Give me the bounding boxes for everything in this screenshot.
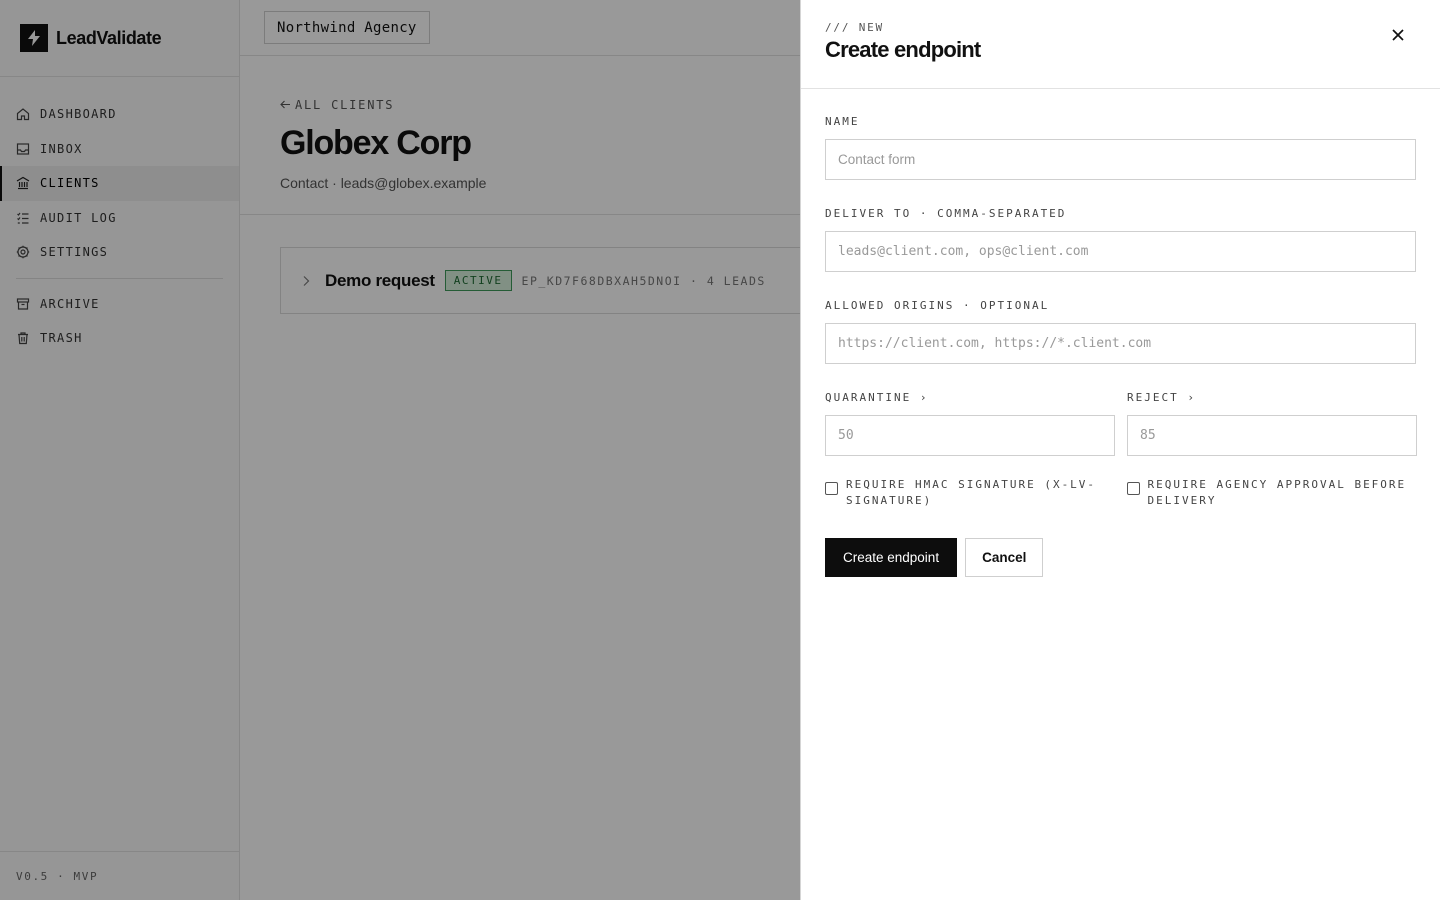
field-allowed-origins: ALLOWED ORIGINS · OPTIONAL https://clien…: [825, 299, 1416, 364]
hmac-option[interactable]: REQUIRE HMAC SIGNATURE (X-LV-SIGNATURE): [825, 477, 1115, 509]
options-row: REQUIRE HMAC SIGNATURE (X-LV-SIGNATURE) …: [825, 477, 1416, 509]
endpoint-form: NAME Contact form DELIVER TO · COMMA-SEP…: [801, 89, 1440, 577]
drawer-title: Create endpoint: [825, 37, 981, 62]
field-deliver-to: DELIVER TO · COMMA-SEPARATED leads@clien…: [825, 207, 1416, 272]
field-quarantine: QUARANTINE › 50: [825, 391, 1115, 456]
drawer-header: /// NEW Create endpoint: [801, 0, 1440, 89]
field-name: NAME Contact form: [825, 115, 1416, 180]
allowed-origins-input[interactable]: https://client.com, https://*.client.com: [825, 323, 1416, 364]
close-icon[interactable]: [1390, 27, 1406, 43]
create-endpoint-button[interactable]: Create endpoint: [825, 538, 958, 577]
cancel-button[interactable]: Cancel: [965, 538, 1044, 577]
approval-label: REQUIRE AGENCY APPROVAL BEFORE DELIVERY: [1147, 478, 1407, 507]
quarantine-label: QUARANTINE ›: [825, 391, 929, 404]
name-label: NAME: [825, 115, 860, 128]
reject-input[interactable]: 85: [1127, 415, 1417, 456]
drawer-eyebrow: /// NEW: [825, 21, 884, 34]
allowed-origins-label: ALLOWED ORIGINS · OPTIONAL: [825, 299, 1050, 312]
approval-checkbox[interactable]: [1126, 482, 1140, 495]
deliver-to-label: DELIVER TO · COMMA-SEPARATED: [825, 207, 1067, 220]
hmac-label: REQUIRE HMAC SIGNATURE (X-LV-SIGNATURE): [846, 478, 1097, 507]
name-input[interactable]: Contact form: [825, 139, 1416, 180]
deliver-to-input[interactable]: leads@client.com, ops@client.com: [825, 231, 1416, 272]
field-reject: REJECT › 85: [1127, 391, 1417, 456]
approval-option[interactable]: REQUIRE AGENCY APPROVAL BEFORE DELIVERY: [1126, 477, 1417, 509]
hmac-checkbox[interactable]: [825, 482, 838, 495]
quarantine-input[interactable]: 50: [825, 415, 1115, 456]
form-actions: Create endpoint Cancel: [825, 538, 1416, 577]
threshold-row: QUARANTINE › 50 REJECT › 85: [825, 391, 1417, 483]
reject-label: REJECT ›: [1127, 391, 1196, 404]
create-endpoint-drawer: /// NEW Create endpoint NAME Contact for…: [800, 0, 1440, 900]
